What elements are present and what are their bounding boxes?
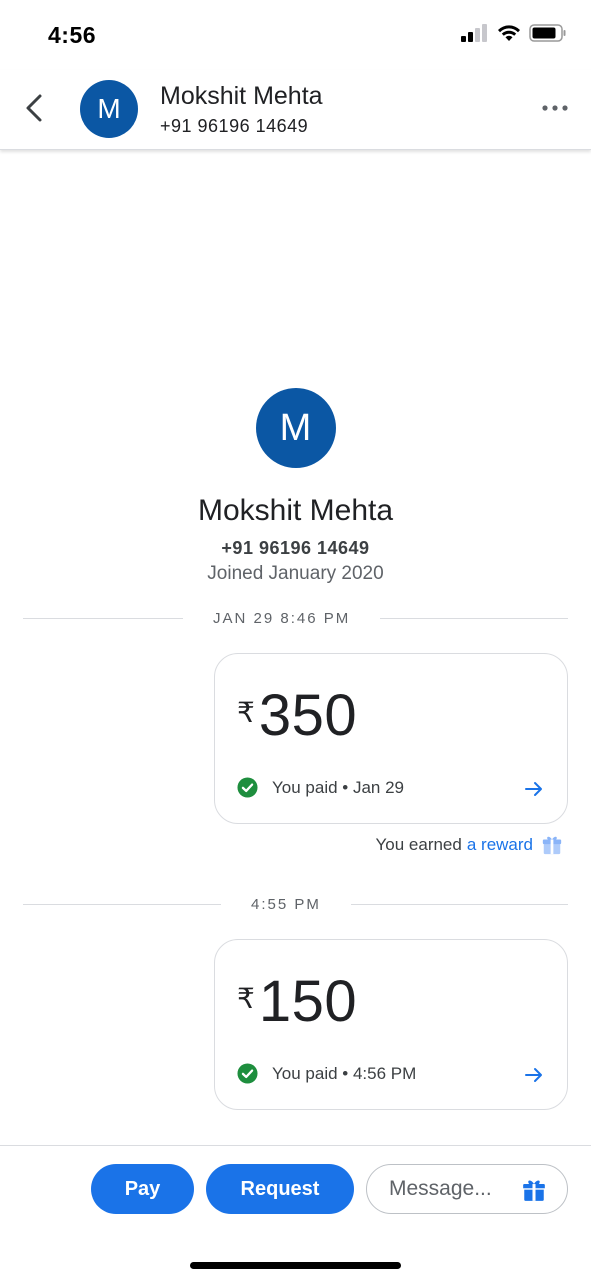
date-divider-label: 4:55 PM — [251, 895, 321, 913]
currency-symbol: ₹ — [237, 983, 255, 1014]
payment-card[interactable]: ₹ 150 You paid • 4:56 PM — [214, 939, 568, 1110]
currency-symbol: ₹ — [237, 697, 255, 728]
profile-phone: +91 96196 14649 — [221, 538, 370, 558]
bottom-action-bar: Pay Request Message... — [0, 1145, 591, 1280]
payment-status-text: You paid • 4:56 PM — [272, 1063, 417, 1083]
wifi-icon — [498, 25, 520, 41]
message-input[interactable]: Message... — [366, 1164, 568, 1214]
gift-icon[interactable] — [521, 1177, 547, 1203]
header-avatar[interactable]: M — [80, 80, 138, 138]
date-divider: 4:55 PM — [23, 893, 568, 915]
payment-card[interactable]: ₹ 350 You paid • Jan 29 — [214, 653, 568, 824]
contact-profile: M Mokshit Mehta +91 96196 14649 Joined J… — [0, 388, 591, 585]
reward-link[interactable]: a reward — [467, 835, 533, 855]
more-options-button[interactable] — [539, 96, 571, 120]
payment-status: You paid • 4:56 PM — [237, 1063, 416, 1084]
payment-status: You paid • Jan 29 — [237, 777, 404, 798]
back-arrow-icon — [26, 94, 42, 122]
profile-avatar: M — [255, 388, 336, 468]
status-icons — [461, 24, 567, 42]
check-circle-icon — [237, 1063, 258, 1084]
reward-prefix: You earned — [375, 835, 462, 854]
message-placeholder: Message... — [389, 1177, 492, 1200]
check-circle-icon — [237, 777, 258, 798]
status-time: 4:56 — [48, 22, 97, 48]
date-divider: JAN 29 8:46 PM — [23, 607, 568, 629]
back-button[interactable] — [16, 90, 52, 126]
arrow-right-icon[interactable] — [523, 778, 545, 800]
status-bar: 4:56 — [0, 0, 591, 70]
arrow-right-icon[interactable] — [523, 1064, 545, 1086]
reward-note: You earned a reward — [376, 834, 564, 856]
amount-value: 350 — [258, 683, 358, 748]
signal-icon — [461, 24, 487, 42]
header-contact-name: Mokshit Mehta — [160, 82, 323, 110]
payment-amount: ₹ 350 — [237, 684, 357, 748]
date-divider-label: JAN 29 8:46 PM — [213, 609, 351, 627]
profile-joined-date: Joined January 2020 — [207, 563, 384, 584]
battery-icon — [529, 24, 566, 42]
home-indicator[interactable] — [190, 1262, 401, 1269]
pay-button[interactable]: Pay — [91, 1164, 194, 1214]
request-button[interactable]: Request — [206, 1164, 354, 1214]
header-contact-phone: +91 96196 14649 — [160, 116, 309, 136]
conversation-header: M Mokshit Mehta +91 96196 14649 — [0, 70, 591, 150]
profile-name: Mokshit Mehta — [197, 494, 394, 527]
amount-value: 150 — [258, 969, 358, 1034]
gift-icon — [542, 836, 562, 855]
payment-status-text: You paid • Jan 29 — [272, 777, 404, 797]
more-options-icon — [542, 105, 568, 111]
payment-amount: ₹ 150 — [237, 970, 357, 1034]
